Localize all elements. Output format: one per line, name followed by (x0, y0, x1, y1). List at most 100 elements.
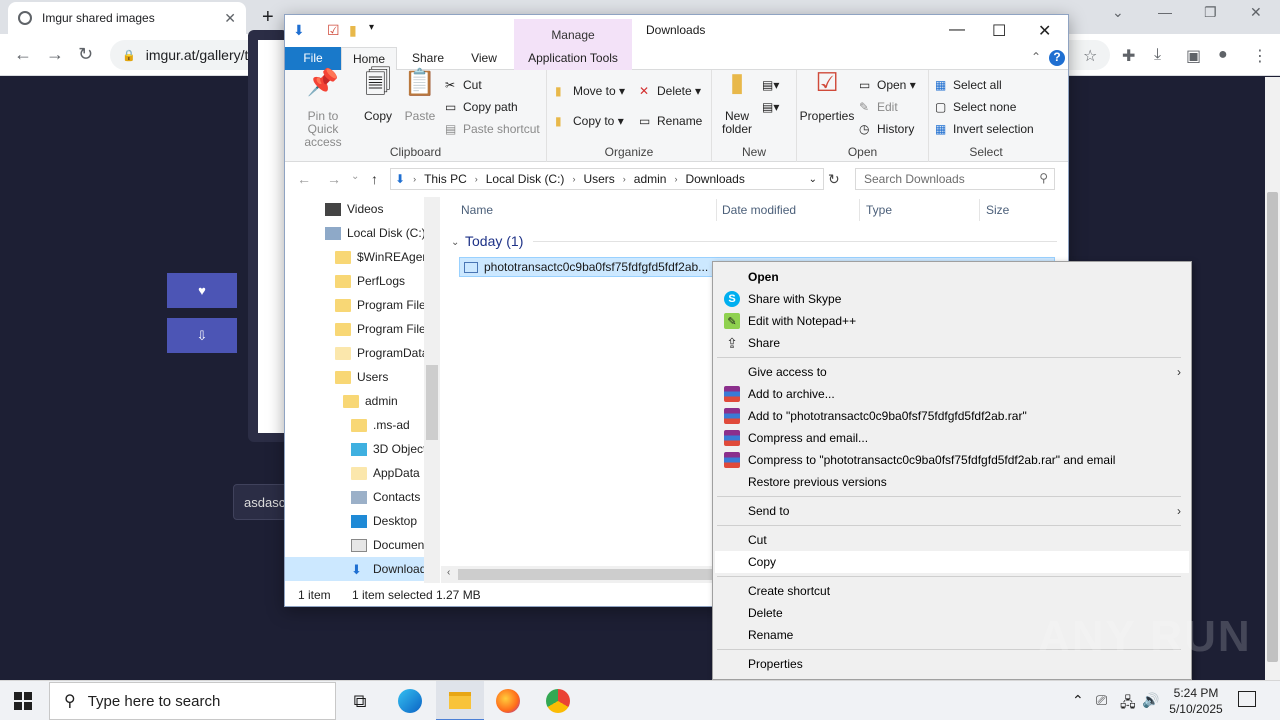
tab-application-tools[interactable]: Application Tools (514, 47, 632, 70)
chrome-icon[interactable] (534, 681, 582, 720)
cut-button[interactable]: ✂ Cut (445, 78, 482, 92)
nav-item-perflogs[interactable]: PerfLogs (285, 269, 439, 293)
menu-item-share-with-skype[interactable]: S Share with Skype (715, 288, 1189, 310)
copy-to-button[interactable]: ▮ Copy to ▾ (555, 114, 624, 128)
recent-locations-icon[interactable]: ⌄ (351, 171, 359, 182)
new-item-icon[interactable]: ▤▾ (762, 78, 779, 92)
network-icon[interactable]: 🖧 (1120, 692, 1136, 716)
refresh-icon[interactable]: ↻ (828, 171, 840, 188)
menu-item-share[interactable]: ⇪ Share (715, 332, 1189, 354)
nav-item-local-disk[interactable]: Local Disk (C:) (285, 221, 439, 245)
column-date-modified[interactable]: Date modified (722, 203, 796, 217)
extensions-icon[interactable]: ✚ (1122, 46, 1135, 66)
menu-item-give-access-to[interactable]: Give access to › (715, 361, 1189, 383)
select-all-button[interactable]: ▦ Select all (935, 78, 1002, 92)
customize-qat-icon[interactable]: ▾ (369, 22, 374, 33)
reload-icon[interactable]: ↻ (78, 44, 93, 65)
star-icon[interactable]: ☆ (1083, 46, 1097, 66)
nav-item-program-files-x86[interactable]: Program Files (285, 317, 439, 341)
menu-item-restore-previous-versions[interactable]: Restore previous versions (715, 471, 1189, 493)
nav-item-documents[interactable]: Documents (285, 533, 439, 557)
breadcrumb-users[interactable]: Users (583, 172, 614, 186)
new-folder-button[interactable]: ▮ New folder (716, 69, 758, 136)
menu-item-compress-to-phototransactc0c9ba0fsf75fdf[interactable]: Compress to "phototransactc0c9ba0fsf75fd… (715, 449, 1189, 471)
column-divider[interactable] (716, 199, 717, 221)
horizontal-scrollbar-thumb[interactable] (458, 569, 713, 580)
column-divider[interactable] (979, 199, 980, 221)
column-size[interactable]: Size (986, 203, 1009, 217)
nav-item-3d-objects[interactable]: 3D Objects (285, 437, 439, 461)
nav-item-contacts[interactable]: Contacts (285, 485, 439, 509)
address-dropdown-icon[interactable]: ⌄ (809, 174, 817, 185)
restore-icon[interactable]: ❐ (1204, 4, 1217, 21)
copy-button[interactable]: 🗐 Copy (361, 69, 395, 123)
chevron-down-icon[interactable]: ⌄ (1112, 4, 1124, 21)
file-explorer-icon[interactable] (436, 681, 484, 720)
task-view-icon[interactable]: ⧉ (336, 681, 384, 720)
new-tab-button[interactable]: + (262, 6, 274, 29)
breadcrumb-admin[interactable]: admin (634, 172, 667, 186)
menu-item-cut[interactable]: Cut (715, 529, 1189, 551)
select-none-button[interactable]: ▢ Select none (935, 100, 1016, 114)
chevron-down-icon[interactable]: ⌄ (451, 237, 459, 248)
address-box[interactable]: ⬇ › This PC › Local Disk (C:) › Users › … (390, 168, 824, 190)
profile-icon[interactable]: ● (1218, 46, 1228, 64)
browser-tab[interactable]: Imgur shared images ✕ (8, 2, 246, 34)
edge-icon[interactable] (386, 681, 434, 720)
maximize-icon[interactable]: ☐ (992, 21, 1006, 41)
paste-shortcut-button[interactable]: ▤ Paste shortcut (445, 122, 540, 136)
nav-item-admin[interactable]: admin (285, 389, 439, 413)
breadcrumb-downloads[interactable]: Downloads (685, 172, 744, 186)
invert-selection-button[interactable]: ▦ Invert selection (935, 122, 1034, 136)
nav-item-appdata[interactable]: AppData (285, 461, 439, 485)
properties-button[interactable]: ☑ Properties (799, 69, 855, 123)
column-name[interactable]: Name (461, 203, 493, 217)
side-panel-icon[interactable]: ▣ (1186, 46, 1201, 66)
breadcrumb-local-disk[interactable]: Local Disk (C:) (486, 172, 565, 186)
close-window-icon[interactable]: ✕ (1250, 4, 1262, 21)
rename-button[interactable]: ▭ Rename (639, 114, 702, 128)
manage-tab[interactable]: Manage (514, 19, 632, 47)
up-icon[interactable]: ↑ (371, 171, 378, 187)
menu-item-open[interactable]: Open (715, 266, 1189, 288)
column-type[interactable]: Type (866, 203, 892, 217)
network-devices-icon[interactable]: ⎚ (1096, 692, 1107, 709)
upvote-button[interactable]: ♥ (167, 273, 237, 308)
group-header[interactable]: Today (1) (465, 233, 523, 249)
menu-icon[interactable]: ⋮ (1252, 46, 1268, 66)
scroll-left-icon[interactable]: ‹ (447, 567, 450, 578)
nav-item-videos[interactable]: Videos (285, 197, 439, 221)
menu-item-compress-and-email[interactable]: Compress and email... (715, 427, 1189, 449)
nav-item-winreagent[interactable]: $WinREAgent (285, 245, 439, 269)
properties-check-icon[interactable]: ☑ (327, 22, 340, 39)
menu-item-add-to-phototransactc0c9ba0fsf75fdfgfd5f[interactable]: Add to "phototransactc0c9ba0fsf75fdfgfd5… (715, 405, 1189, 427)
firefox-icon[interactable] (484, 681, 532, 720)
collapse-ribbon-icon[interactable]: ⌃ (1031, 50, 1041, 64)
copy-path-button[interactable]: ▭ Copy path (445, 100, 518, 114)
back-icon[interactable]: ← (297, 171, 311, 187)
taskbar-search[interactable]: ⚲ Type here to search (49, 682, 336, 720)
minimize-icon[interactable]: — (949, 21, 965, 39)
menu-item-edit-with-notepad[interactable]: ✎ Edit with Notepad++ (715, 310, 1189, 332)
nav-item-programdata[interactable]: ProgramData (285, 341, 439, 365)
edit-button[interactable]: ✎ Edit (859, 100, 898, 114)
windows-start-icon[interactable] (14, 692, 32, 710)
minimize-icon[interactable]: — (1158, 4, 1172, 20)
search-input[interactable]: Search Downloads ⚲ (855, 168, 1055, 190)
download-button[interactable]: ⇩ (167, 318, 237, 353)
close-tab-icon[interactable]: ✕ (224, 10, 236, 27)
menu-item-add-to-archive[interactable]: Add to archive... (715, 383, 1189, 405)
menu-item-copy[interactable]: Copy (715, 551, 1189, 573)
new-folder-icon[interactable]: ▮ (349, 22, 357, 39)
arrow-left-icon[interactable]: ← (14, 44, 32, 65)
volume-icon[interactable]: 🔊 (1142, 692, 1159, 709)
forward-icon[interactable]: → (327, 171, 341, 187)
notifications-icon[interactable] (1238, 691, 1256, 707)
nav-item-users[interactable]: Users (285, 365, 439, 389)
move-to-button[interactable]: ▮ Move to ▾ (555, 84, 625, 98)
help-icon[interactable]: ? (1049, 50, 1065, 66)
nav-item-desktop[interactable]: Desktop (285, 509, 439, 533)
breadcrumb-this-pc[interactable]: This PC (424, 172, 467, 186)
menu-item-create-shortcut[interactable]: Create shortcut (715, 580, 1189, 602)
column-divider[interactable] (859, 199, 860, 221)
